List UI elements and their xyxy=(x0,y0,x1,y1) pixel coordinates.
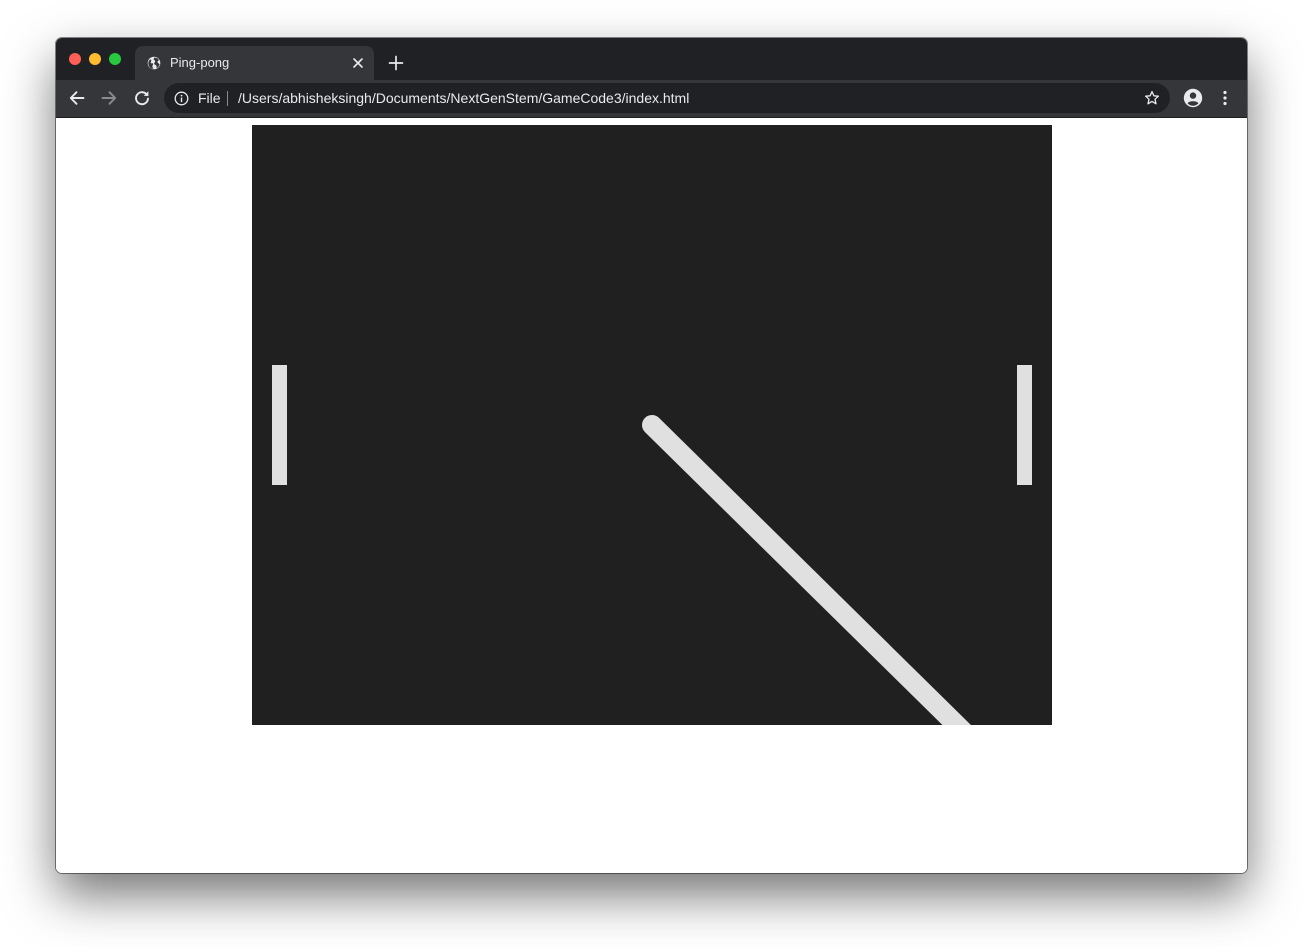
tab-ping-pong[interactable]: Ping-pong xyxy=(135,46,374,80)
page-content xyxy=(56,118,1247,873)
browser-window: Ping-pong File /Users/abhisheksingh/Docu… xyxy=(56,38,1247,873)
close-window-button[interactable] xyxy=(69,53,81,65)
browser-toolbar: File /Users/abhisheksingh/Documents/Next… xyxy=(56,80,1247,118)
close-icon[interactable] xyxy=(351,56,365,70)
more-vert-icon[interactable] xyxy=(1216,89,1234,107)
arrow-left-icon[interactable] xyxy=(68,89,86,107)
maximize-window-button[interactable] xyxy=(109,53,121,65)
new-tab-button[interactable] xyxy=(388,55,404,71)
reload-icon[interactable] xyxy=(133,89,151,107)
minimize-window-button[interactable] xyxy=(89,53,101,65)
game-canvas[interactable] xyxy=(252,125,1052,725)
omnibox-divider xyxy=(227,91,228,106)
url-scheme-label: File xyxy=(198,90,221,106)
arrow-right-icon[interactable] xyxy=(100,89,118,107)
tab-title: Ping-pong xyxy=(170,55,230,70)
right-paddle xyxy=(1017,365,1032,485)
ball-trail xyxy=(642,415,971,725)
game-scene xyxy=(272,365,1032,725)
globe-icon xyxy=(147,56,161,70)
address-bar[interactable]: File /Users/abhisheksingh/Documents/Next… xyxy=(164,83,1170,113)
star-icon[interactable] xyxy=(1144,90,1160,106)
account-circle-icon[interactable] xyxy=(1183,88,1203,108)
title-bar: Ping-pong xyxy=(56,38,1247,80)
info-icon[interactable] xyxy=(174,91,189,106)
url-text[interactable]: /Users/abhisheksingh/Documents/NextGenSt… xyxy=(238,90,689,106)
left-paddle xyxy=(272,365,287,485)
